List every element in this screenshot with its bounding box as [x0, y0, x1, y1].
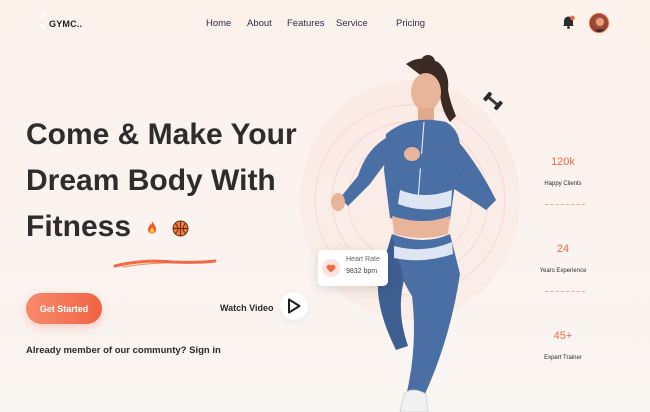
heart-icon-badge — [322, 259, 340, 277]
nav-features[interactable]: Features — [287, 18, 325, 29]
stat-happy-clients-value: 120k — [551, 156, 575, 168]
fire-icon — [148, 221, 157, 234]
nav-service[interactable]: Service — [336, 18, 368, 29]
avatar-image — [593, 18, 607, 32]
nav-home[interactable]: Home — [206, 18, 231, 29]
stat-happy-clients-label: Happy Clients — [544, 181, 582, 187]
hero-title-line-1: Come & Make Your — [26, 118, 297, 151]
stat-divider — [545, 204, 585, 205]
get-started-button[interactable]: Get Started — [26, 293, 102, 324]
stat-years-label: Years Experience — [539, 268, 587, 274]
nav-pricing[interactable]: Pricing — [396, 18, 425, 29]
hero-title-line-3: Fitness — [26, 204, 189, 250]
stat-trainers-label: Expert Trainer — [544, 355, 582, 361]
play-icon — [288, 298, 301, 314]
dumbbell-icon — [483, 92, 503, 110]
stat-years-value: 24 — [556, 243, 570, 255]
nav-about[interactable]: About — [247, 18, 272, 29]
watch-video-link[interactable]: Watch Video — [220, 303, 274, 313]
heart-rate-card: Heart Rate 9832 bpm — [318, 250, 388, 286]
bell-icon[interactable] — [562, 15, 575, 29]
avatar[interactable] — [589, 13, 609, 33]
stat-trainers-value: 45+ — [553, 330, 573, 342]
basketball-icon — [172, 220, 189, 237]
heart-rate-label: Heart Rate — [346, 256, 380, 263]
heart-rate-value: 9832 bpm — [346, 268, 378, 275]
brand-name[interactable]: GYMC.. — [49, 19, 82, 29]
sign-in-link[interactable]: Sign in — [189, 345, 221, 356]
member-signin-text: Already member of our communty? Sign in — [26, 345, 221, 356]
heart-icon — [326, 264, 336, 272]
brush-underline — [113, 259, 217, 268]
stat-divider — [545, 291, 585, 292]
hero-title-word: Fitness — [26, 210, 132, 243]
logo-icon[interactable] — [27, 11, 47, 33]
member-question: Already member of our communty? — [26, 345, 187, 356]
hero-title-line-2: Dream Body With — [26, 164, 276, 197]
